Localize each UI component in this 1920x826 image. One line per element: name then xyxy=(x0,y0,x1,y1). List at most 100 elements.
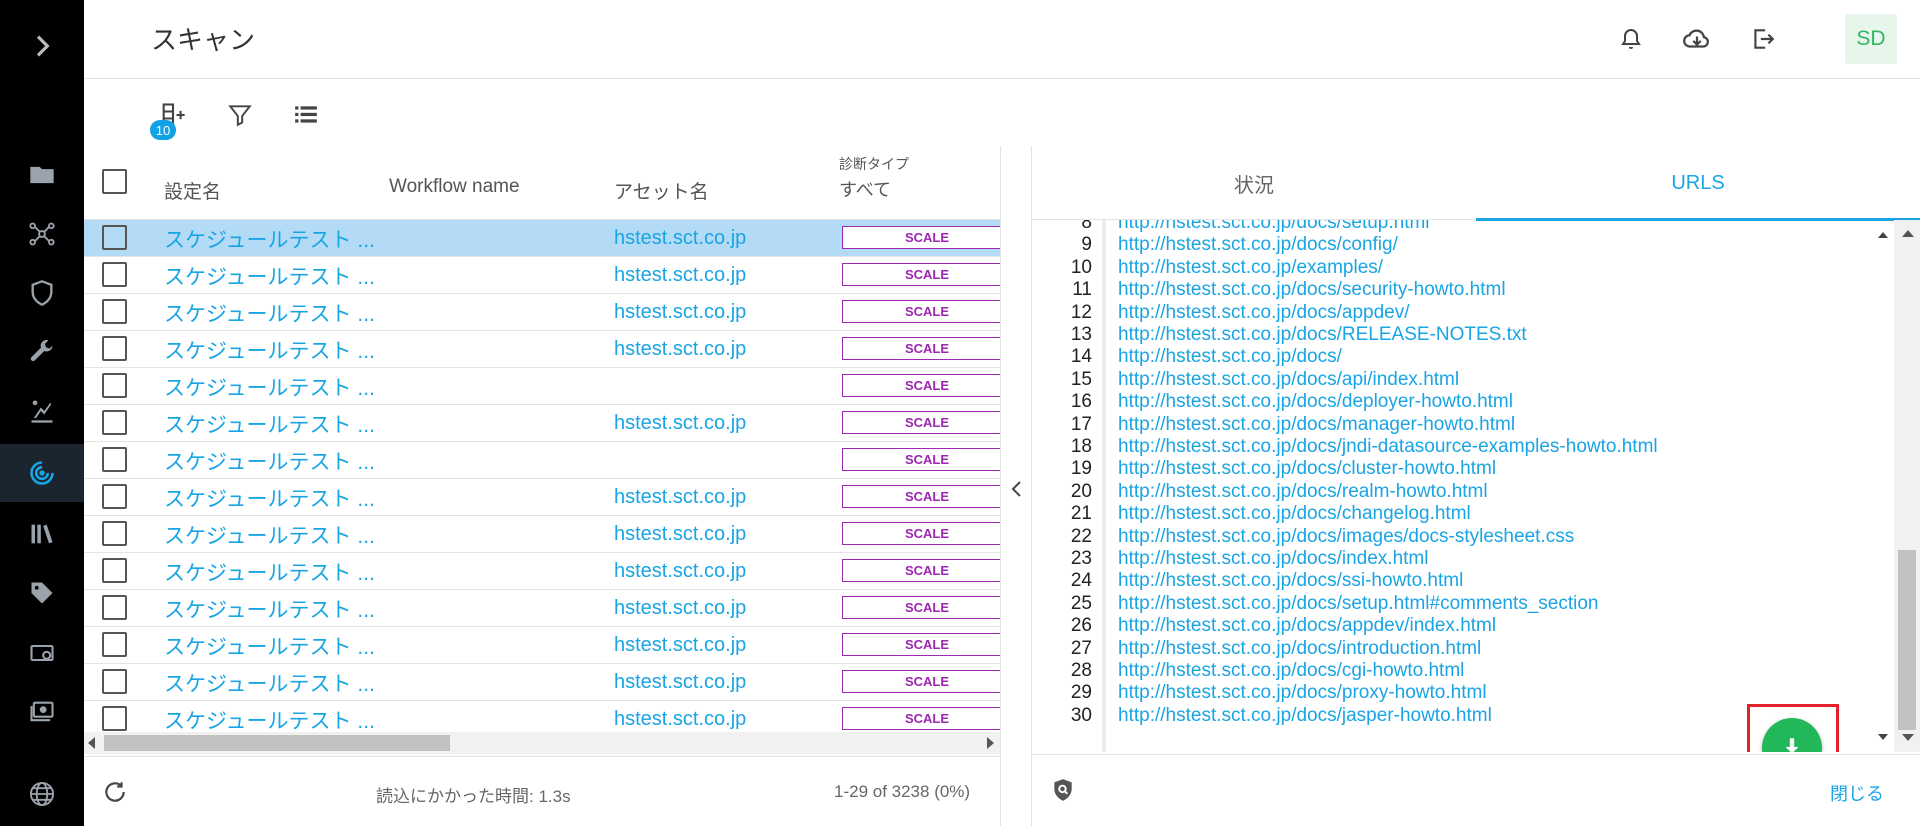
table-row[interactable]: スケジュールテスト ... hstest.sct.co.jp SCALE xyxy=(84,627,1000,664)
table-row[interactable]: スケジュールテスト ... hstest.sct.co.jp SCALE xyxy=(84,553,1000,590)
close-button[interactable]: 閉じる xyxy=(1830,780,1884,806)
row-checkbox[interactable] xyxy=(102,632,127,657)
row-checkbox[interactable] xyxy=(102,299,127,324)
url-link[interactable]: http://hstest.sct.co.jp/docs/cluster-how… xyxy=(1118,458,1496,480)
row-asset-name[interactable]: hstest.sct.co.jp xyxy=(614,708,746,731)
row-setting-name[interactable]: スケジュールテスト ... xyxy=(164,224,375,254)
row-setting-name[interactable]: スケジュールテスト ... xyxy=(164,409,375,439)
row-checkbox[interactable] xyxy=(102,706,127,731)
download-cloud-button[interactable] xyxy=(1680,22,1714,56)
row-asset-name[interactable]: hstest.sct.co.jp xyxy=(614,486,746,509)
row-checkbox[interactable] xyxy=(102,521,127,546)
nav-item-security[interactable] xyxy=(0,264,84,322)
url-link[interactable]: http://hstest.sct.co.jp/docs/manager-how… xyxy=(1118,414,1515,436)
row-checkbox[interactable] xyxy=(102,336,127,361)
table-row[interactable]: スケジュールテスト ... hstest.sct.co.jp SCALE xyxy=(84,664,1000,701)
row-setting-name[interactable]: スケジュールテスト ... xyxy=(164,446,375,476)
row-setting-name[interactable]: スケジュールテスト ... xyxy=(164,261,375,291)
row-asset-name[interactable]: hstest.sct.co.jp xyxy=(614,264,746,287)
scroll-up-arrow[interactable] xyxy=(1902,230,1914,237)
tab-status[interactable]: 状況 xyxy=(1032,146,1476,220)
row-checkbox[interactable] xyxy=(102,558,127,583)
row-setting-name[interactable]: スケジュールテスト ... xyxy=(164,668,375,698)
url-link[interactable]: http://hstest.sct.co.jp/docs/introductio… xyxy=(1118,638,1481,660)
table-row[interactable]: スケジュールテスト ... hstest.sct.co.jp SCALE xyxy=(84,479,1000,516)
row-setting-name[interactable]: スケジュールテスト ... xyxy=(164,594,375,624)
row-checkbox[interactable] xyxy=(102,225,127,250)
row-checkbox[interactable] xyxy=(102,410,127,435)
row-setting-name[interactable]: スケジュールテスト ... xyxy=(164,520,375,550)
url-link[interactable]: http://hstest.sct.co.jp/docs/index.html xyxy=(1118,548,1428,570)
row-asset-name[interactable]: hstest.sct.co.jp xyxy=(614,560,746,583)
row-asset-name[interactable]: hstest.sct.co.jp xyxy=(614,597,746,620)
url-link[interactable]: http://hstest.sct.co.jp/docs/appdev/inde… xyxy=(1118,615,1496,637)
tab-urls[interactable]: URLS xyxy=(1476,146,1920,221)
url-link[interactable]: http://hstest.sct.co.jp/docs/config/ xyxy=(1118,234,1398,256)
row-asset-name[interactable]: hstest.sct.co.jp xyxy=(614,227,746,250)
url-link[interactable]: http://hstest.sct.co.jp/docs/api/index.h… xyxy=(1118,369,1459,391)
nav-item-global[interactable] xyxy=(0,765,84,823)
url-link[interactable]: http://hstest.sct.co.jp/docs/ssi-howto.h… xyxy=(1118,570,1463,592)
row-asset-name[interactable]: hstest.sct.co.jp xyxy=(614,671,746,694)
select-all-checkbox[interactable] xyxy=(102,169,127,194)
row-setting-name[interactable]: スケジュールテスト ... xyxy=(164,335,375,365)
scroll-right-arrow[interactable] xyxy=(987,737,994,749)
table-row[interactable]: スケジュールテスト ... SCALE xyxy=(84,442,1000,479)
url-link[interactable]: http://hstest.sct.co.jp/docs/jasper-howt… xyxy=(1118,705,1492,727)
nav-item-pest[interactable] xyxy=(0,382,84,440)
scroll-down-arrow[interactable] xyxy=(1902,734,1914,741)
horizontal-scrollbar[interactable] xyxy=(84,732,1000,754)
logout-button[interactable] xyxy=(1746,22,1780,56)
notifications-button[interactable] xyxy=(1614,22,1648,56)
url-link[interactable]: http://hstest.sct.co.jp/docs/setup.html#… xyxy=(1118,593,1599,615)
column-header-setting-name[interactable]: 設定名 xyxy=(164,177,221,204)
table-row[interactable]: スケジュールテスト ... hstest.sct.co.jp SCALE xyxy=(84,294,1000,331)
column-header-asset-name[interactable]: アセット名 xyxy=(614,177,709,204)
editor-scroll-down-arrow[interactable] xyxy=(1878,734,1888,740)
url-link[interactable]: http://hstest.sct.co.jp/docs/cgi-howto.h… xyxy=(1118,660,1464,682)
column-header-workflow-name[interactable]: Workflow name xyxy=(389,176,520,198)
url-link[interactable]: http://hstest.sct.co.jp/docs/ xyxy=(1118,346,1342,368)
row-checkbox[interactable] xyxy=(102,262,127,287)
nav-item-tools[interactable] xyxy=(0,323,84,381)
url-link[interactable]: http://hstest.sct.co.jp/docs/security-ho… xyxy=(1118,279,1506,301)
row-setting-name[interactable]: スケジュールテスト ... xyxy=(164,372,375,402)
vertical-scrollbar-thumb[interactable] xyxy=(1898,550,1916,730)
row-setting-name[interactable]: スケジュールテスト ... xyxy=(164,631,375,661)
url-link[interactable]: http://hstest.sct.co.jp/docs/realm-howto… xyxy=(1118,481,1488,503)
url-link[interactable]: http://hstest.sct.co.jp/docs/RELEASE-NOT… xyxy=(1118,324,1527,346)
diag-type-filter[interactable]: すべて xyxy=(839,176,891,202)
row-checkbox[interactable] xyxy=(102,595,127,620)
row-setting-name[interactable]: スケジュールテスト ... xyxy=(164,557,375,587)
url-link[interactable]: http://hstest.sct.co.jp/examples/ xyxy=(1118,257,1383,279)
table-row[interactable]: スケジュールテスト ... hstest.sct.co.jp SCALE xyxy=(84,405,1000,442)
nav-item-assets[interactable] xyxy=(0,624,84,682)
row-asset-name[interactable]: hstest.sct.co.jp xyxy=(614,523,746,546)
row-checkbox[interactable] xyxy=(102,373,127,398)
nav-item-network[interactable] xyxy=(0,205,84,263)
row-asset-name[interactable]: hstest.sct.co.jp xyxy=(614,301,746,324)
table-row[interactable]: スケジュールテスト ... hstest.sct.co.jp SCALE xyxy=(84,590,1000,627)
url-link[interactable]: http://hstest.sct.co.jp/docs/jndi-dataso… xyxy=(1118,436,1658,458)
row-asset-name[interactable]: hstest.sct.co.jp xyxy=(614,338,746,361)
row-setting-name[interactable]: スケジュールテスト ... xyxy=(164,483,375,513)
scrollbar-thumb[interactable] xyxy=(104,735,450,751)
column-header-diag-type[interactable]: 診断タイプ xyxy=(839,154,909,174)
scroll-left-arrow[interactable] xyxy=(88,737,95,749)
url-link[interactable]: http://hstest.sct.co.jp/docs/proxy-howto… xyxy=(1118,682,1487,704)
filter-button[interactable] xyxy=(223,98,257,132)
nav-item-scan[interactable] xyxy=(0,444,84,502)
url-link[interactable]: http://hstest.sct.co.jp/docs/images/docs… xyxy=(1118,526,1574,548)
editor-scroll-up-arrow[interactable] xyxy=(1878,232,1888,238)
url-link[interactable]: http://hstest.sct.co.jp/docs/appdev/ xyxy=(1118,302,1410,324)
url-link[interactable]: http://hstest.sct.co.jp/docs/deployer-ho… xyxy=(1118,391,1513,413)
url-link[interactable]: http://hstest.sct.co.jp/docs/changelog.h… xyxy=(1118,503,1471,525)
table-row[interactable]: スケジュールテスト ... hstest.sct.co.jp SCALE xyxy=(84,331,1000,368)
table-row[interactable]: スケジュールテスト ... hstest.sct.co.jp SCALE xyxy=(84,220,1000,257)
row-checkbox[interactable] xyxy=(102,447,127,472)
url-link[interactable]: http://hstest.sct.co.jp/docs/setup.html xyxy=(1118,220,1430,234)
refresh-button[interactable] xyxy=(98,775,132,809)
table-row[interactable]: スケジュールテスト ... SCALE xyxy=(84,368,1000,405)
row-checkbox[interactable] xyxy=(102,669,127,694)
vertical-scrollbar[interactable] xyxy=(1894,220,1920,752)
